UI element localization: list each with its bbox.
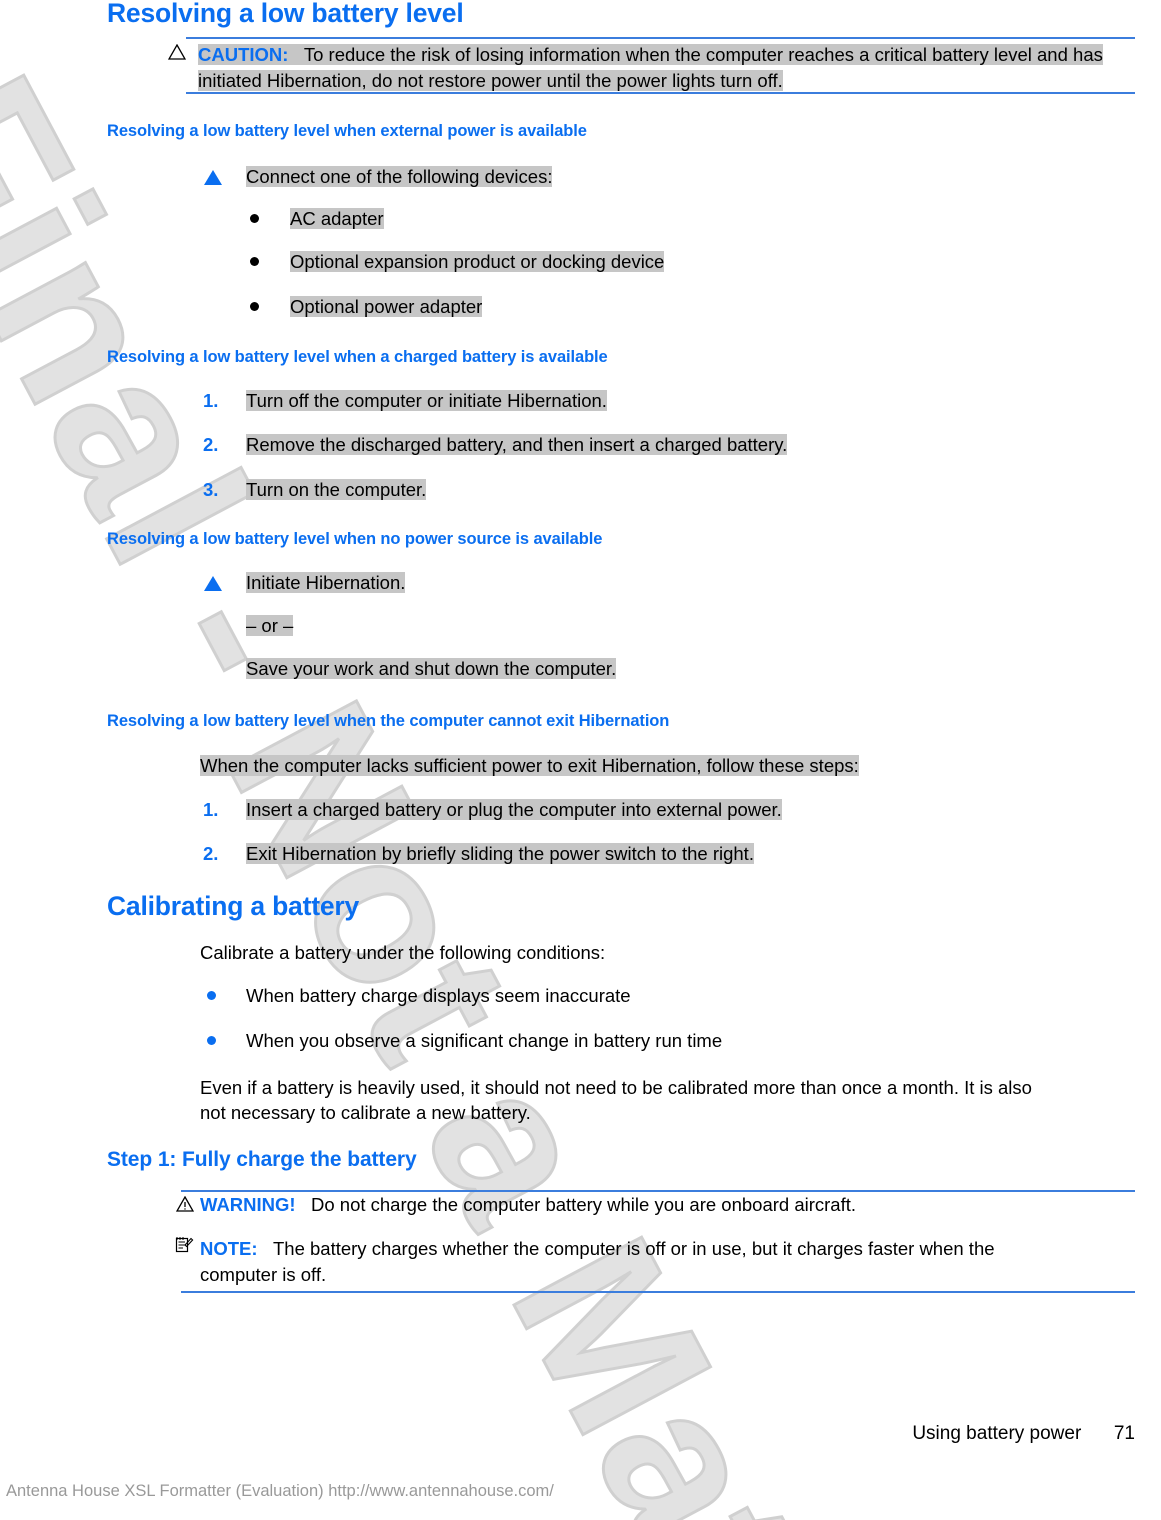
page-footer: Using battery power 71	[912, 1423, 1135, 1445]
warning-text: Do not charge the computer battery while…	[311, 1194, 857, 1215]
warning-label: WARNING!	[200, 1194, 296, 1215]
step-number: 1.	[203, 799, 219, 820]
step-number: 2.	[203, 434, 219, 455]
step-number: 3.	[203, 479, 219, 500]
note-text-line2: computer is off.	[200, 1264, 327, 1285]
step-number: 1.	[203, 390, 219, 411]
bullet-icon	[250, 302, 259, 311]
heading-cannot-exit-hibernation: Resolving a low battery level when the c…	[107, 712, 670, 730]
bullet-icon	[250, 214, 259, 223]
list-item: Exit Hibernation by briefly sliding the …	[246, 843, 754, 864]
evaluation-notice: Antenna House XSL Formatter (Evaluation)…	[6, 1482, 554, 1500]
caution-triangle-icon	[168, 44, 186, 60]
list-item: When battery charge displays seem inaccu…	[246, 985, 631, 1006]
heading-step-1: Step 1: Fully charge the battery	[107, 1148, 417, 1171]
external-power-lead: Connect one of the following devices:	[246, 166, 553, 187]
list-item: Turn off the computer or initiate Hibern…	[246, 390, 607, 411]
no-power-line: Initiate Hibernation.	[246, 572, 406, 593]
caution-label: CAUTION:	[198, 44, 289, 65]
warning-block: WARNING! Do not charge the computer batt…	[200, 1192, 1140, 1218]
heading-calibrating-battery: Calibrating a battery	[107, 891, 360, 921]
step-number: 2.	[203, 843, 219, 864]
document-page: Resolving a low battery level CAUTION: T…	[0, 0, 1161, 1520]
heading-external-power: Resolving a low battery level when exter…	[107, 122, 587, 140]
list-item: When you observe a significant change in…	[246, 1030, 723, 1051]
page-title: Resolving a low battery level	[107, 0, 464, 28]
heading-no-power-source: Resolving a low battery level when no po…	[107, 530, 603, 548]
caution-text: To reduce the risk of losing information…	[198, 44, 1103, 91]
calibrating-outro-line2: not necessary to calibrate a new battery…	[200, 1102, 531, 1123]
bullet-icon	[207, 1036, 216, 1045]
note-text-line1: The battery charges whether the computer…	[272, 1238, 995, 1259]
list-item: AC adapter	[290, 208, 384, 229]
note-block: NOTE: The battery charges whether the co…	[200, 1236, 1140, 1262]
list-item: Optional power adapter	[290, 296, 483, 317]
calibrating-intro: Calibrate a battery under the following …	[200, 942, 606, 963]
warning-triangle-icon	[176, 1196, 194, 1212]
caution-rule-bottom	[186, 92, 1135, 94]
step1-rule-bottom	[181, 1291, 1135, 1293]
note-label: NOTE:	[200, 1238, 258, 1259]
bullet-icon	[207, 991, 216, 1000]
cannot-exit-intro: When the computer lacks sufficient power…	[200, 755, 859, 776]
blue-triangle-bullet-icon	[204, 170, 222, 185]
footer-section-label: Using battery power	[912, 1423, 1082, 1444]
caution-rule-top	[186, 37, 1135, 39]
calibrating-outro-line1: Even if a battery is heavily used, it sh…	[200, 1077, 1032, 1098]
blue-triangle-bullet-icon	[204, 576, 222, 591]
no-power-line: Save your work and shut down the compute…	[246, 658, 617, 679]
note-text-line2-wrap: computer is off.	[200, 1262, 1140, 1288]
page-number: 71	[1113, 1423, 1135, 1444]
list-item: Optional expansion product or docking de…	[290, 251, 665, 272]
no-power-line: – or –	[246, 615, 294, 636]
note-pad-icon	[175, 1237, 194, 1253]
caution-block: CAUTION: To reduce the risk of losing in…	[198, 42, 1138, 94]
bullet-icon	[250, 257, 259, 266]
heading-charged-battery: Resolving a low battery level when a cha…	[107, 348, 608, 366]
list-item: Remove the discharged battery, and then …	[246, 434, 788, 455]
list-item: Insert a charged battery or plug the com…	[246, 799, 782, 820]
list-item: Turn on the computer.	[246, 479, 427, 500]
